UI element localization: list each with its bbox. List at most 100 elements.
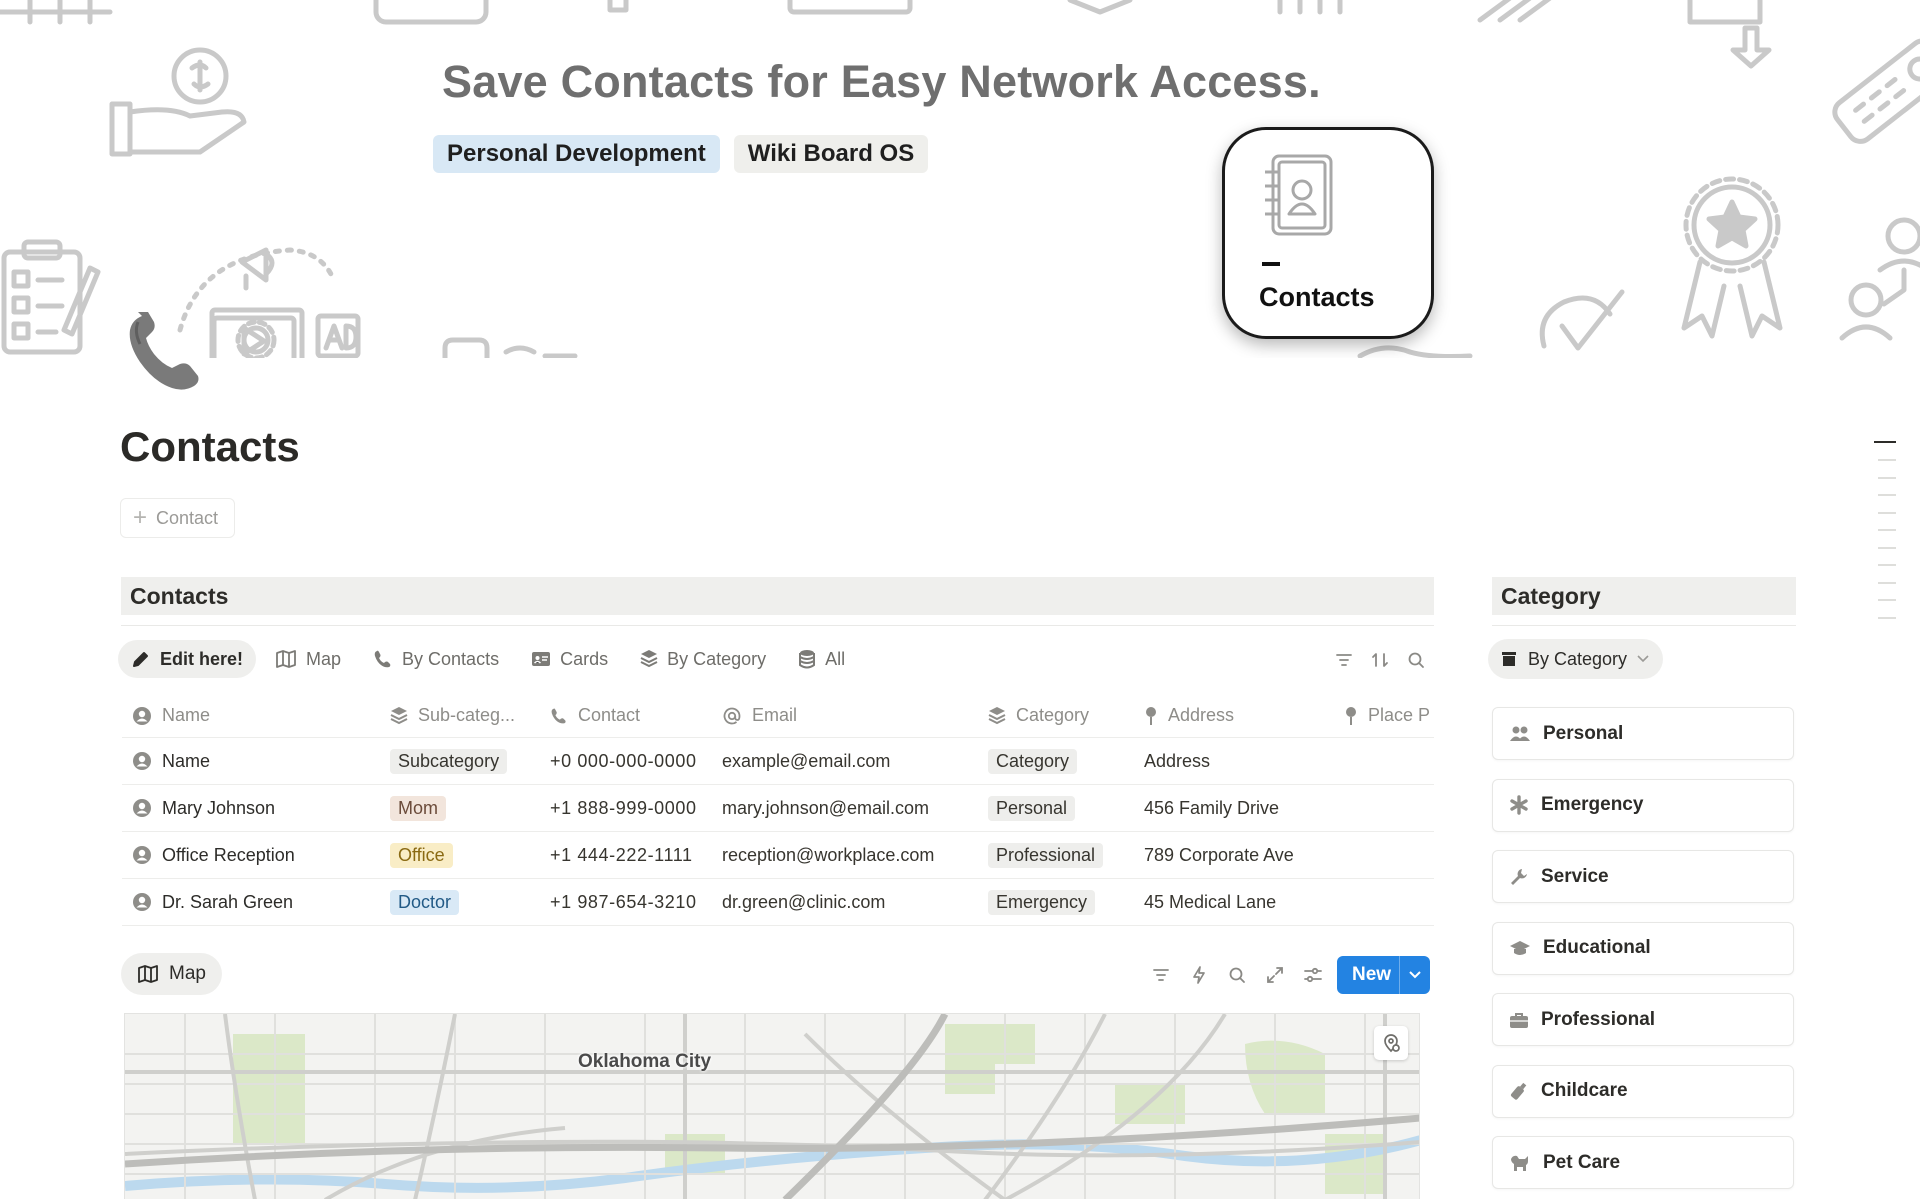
cell-name[interactable]: Mary Johnson [122,798,382,819]
cell-category[interactable]: Category [980,748,1134,774]
tag-personal-development: Personal Development [433,135,720,173]
cell-address[interactable]: 456 Family Drive [1134,798,1334,819]
filter-icon[interactable] [1151,965,1171,985]
category-pill: Personal [988,795,1076,821]
archive-icon [1502,652,1516,666]
tab-by-category[interactable]: By Category [627,640,779,678]
person-icon [133,752,151,770]
column-header-email[interactable]: Email [722,705,980,726]
new-button-label: New [1352,964,1392,985]
cell-contact[interactable]: +1 888-999-0000 [542,798,722,819]
cell-email[interactable]: mary.johnson@email.com [722,798,980,819]
page-outline[interactable] [1874,441,1896,634]
tab-edit-here[interactable]: Edit here! [118,640,257,678]
cell-email[interactable]: example@email.com [722,751,980,772]
people-icon [1509,725,1531,743]
wrench-icon [1509,867,1529,887]
category-card-emergency[interactable]: Emergency [1492,778,1794,832]
map-locate-button[interactable] [1374,1026,1408,1060]
asterisk-icon [1509,795,1529,815]
filter-icon[interactable] [1334,650,1354,670]
outline-line [1878,459,1896,461]
cover-banner: Save Contacts for Easy Network Access. P… [0,0,1920,358]
view-tabs: Edit here! Map By Contacts Cards By Cate… [118,640,858,678]
category-card-service[interactable]: Service [1492,850,1794,903]
category-card-childcare[interactable]: Childcare [1492,1064,1794,1118]
column-label: Sub-categ... [418,705,516,725]
person-icon [133,799,151,817]
new-dropdown-toggle[interactable] [1400,970,1430,980]
tab-map[interactable]: Map [262,640,354,678]
cell-contact[interactable]: +0 000-000-0000 [542,751,722,772]
cell-address[interactable]: 45 Medical Lane [1134,892,1334,913]
contacts-table: Name Sub-categ... Contact Email Category… [122,694,1434,926]
column-header-category[interactable]: Category [980,705,1134,726]
phone-page-icon[interactable] [128,312,212,392]
category-card-educational[interactable]: Educational [1492,921,1794,975]
settings-sliders-icon[interactable] [1303,965,1323,985]
cell-subcategory[interactable]: Mom [382,795,542,821]
cell-address[interactable]: Address [1134,751,1334,772]
new-contact-button[interactable]: + Contact [120,498,236,538]
stack-icon [390,706,408,724]
search-icon[interactable] [1406,650,1426,670]
briefcase-icon [1509,1011,1529,1029]
cell-email[interactable]: dr.green@clinic.com [722,892,980,913]
tab-cards[interactable]: Cards [518,640,621,678]
category-card-personal[interactable]: Personal [1492,707,1794,760]
tile-dash [1262,262,1280,266]
expand-icon[interactable] [1265,965,1285,985]
contacts-heading-text: Contacts [130,582,229,609]
column-label: Place P [1368,705,1431,725]
table-row[interactable]: Dr. Sarah Green Doctor +1 987-654-3210 dr.g… [122,879,1434,926]
tab-label: All [825,648,846,669]
new-entry-button[interactable]: New [1337,956,1430,994]
category-card-label: Professional [1541,1008,1656,1030]
contact-name: Name [162,750,211,771]
category-card-pet-care[interactable]: Pet Care [1492,1136,1794,1189]
cell-category[interactable]: Personal [980,795,1134,821]
tab-label: Cards [560,648,609,669]
lightning-icon[interactable] [1189,965,1209,985]
column-header-subcategory[interactable]: Sub-categ... [382,705,542,726]
column-header-name[interactable]: Name [122,705,382,726]
cell-name[interactable]: Office Reception [122,845,382,866]
category-card-professional[interactable]: Professional [1492,993,1794,1046]
tag-wiki-board-os: Wiki Board OS [733,135,929,173]
tab-by-contacts[interactable]: By Contacts [360,640,512,678]
sort-icon[interactable] [1370,650,1390,670]
category-view-dropdown[interactable]: By Category [1488,639,1664,679]
cell-subcategory[interactable]: Subcategory [382,748,542,774]
contact-name: Mary Johnson [162,797,276,818]
cell-category[interactable]: Emergency [980,889,1134,915]
table-row[interactable]: Office Reception Office +1 444-222-1111 rec… [122,832,1434,879]
contacts-section-heading: Contacts [121,577,1434,615]
table-body: Name Subcategory +0 000-000-0000 example@em… [122,738,1434,926]
map-view-tab[interactable]: Map [121,953,222,995]
table-row[interactable]: Name Subcategory +0 000-000-0000 example@em… [122,738,1434,785]
cell-subcategory[interactable]: Doctor [382,889,542,915]
category-card-label: Childcare [1541,1080,1628,1101]
column-header-address[interactable]: Address [1134,705,1334,726]
address-book-icon [1265,154,1333,236]
column-header-contact[interactable]: Contact [542,705,722,726]
search-icon[interactable] [1227,965,1247,985]
tab-all[interactable]: All [785,640,858,678]
outline-line [1878,511,1896,514]
cell-address[interactable]: 789 Corporate Ave [1134,845,1334,866]
cell-email[interactable]: reception@workplace.com [722,845,980,866]
person-icon [133,706,151,725]
category-card-label: Educational [1543,937,1651,958]
cell-contact[interactable]: +1 444-222-1111 [542,845,722,866]
table-row[interactable]: Mary Johnson Mom +1 888-999-0000 mary.johns… [122,785,1434,832]
cell-name[interactable]: Dr. Sarah Green [122,892,382,913]
map-canvas[interactable] [124,1013,1420,1199]
cell-name[interactable]: Name [122,751,382,772]
cell-category[interactable]: Professional [980,842,1134,868]
plus-icon: + [133,504,148,531]
outline-line [1878,616,1896,619]
cell-contact[interactable]: +1 987-654-3210 [542,892,722,913]
cell-subcategory[interactable]: Office [382,842,542,868]
card-icon [532,652,551,666]
column-header-place[interactable]: Place P [1334,705,1434,726]
